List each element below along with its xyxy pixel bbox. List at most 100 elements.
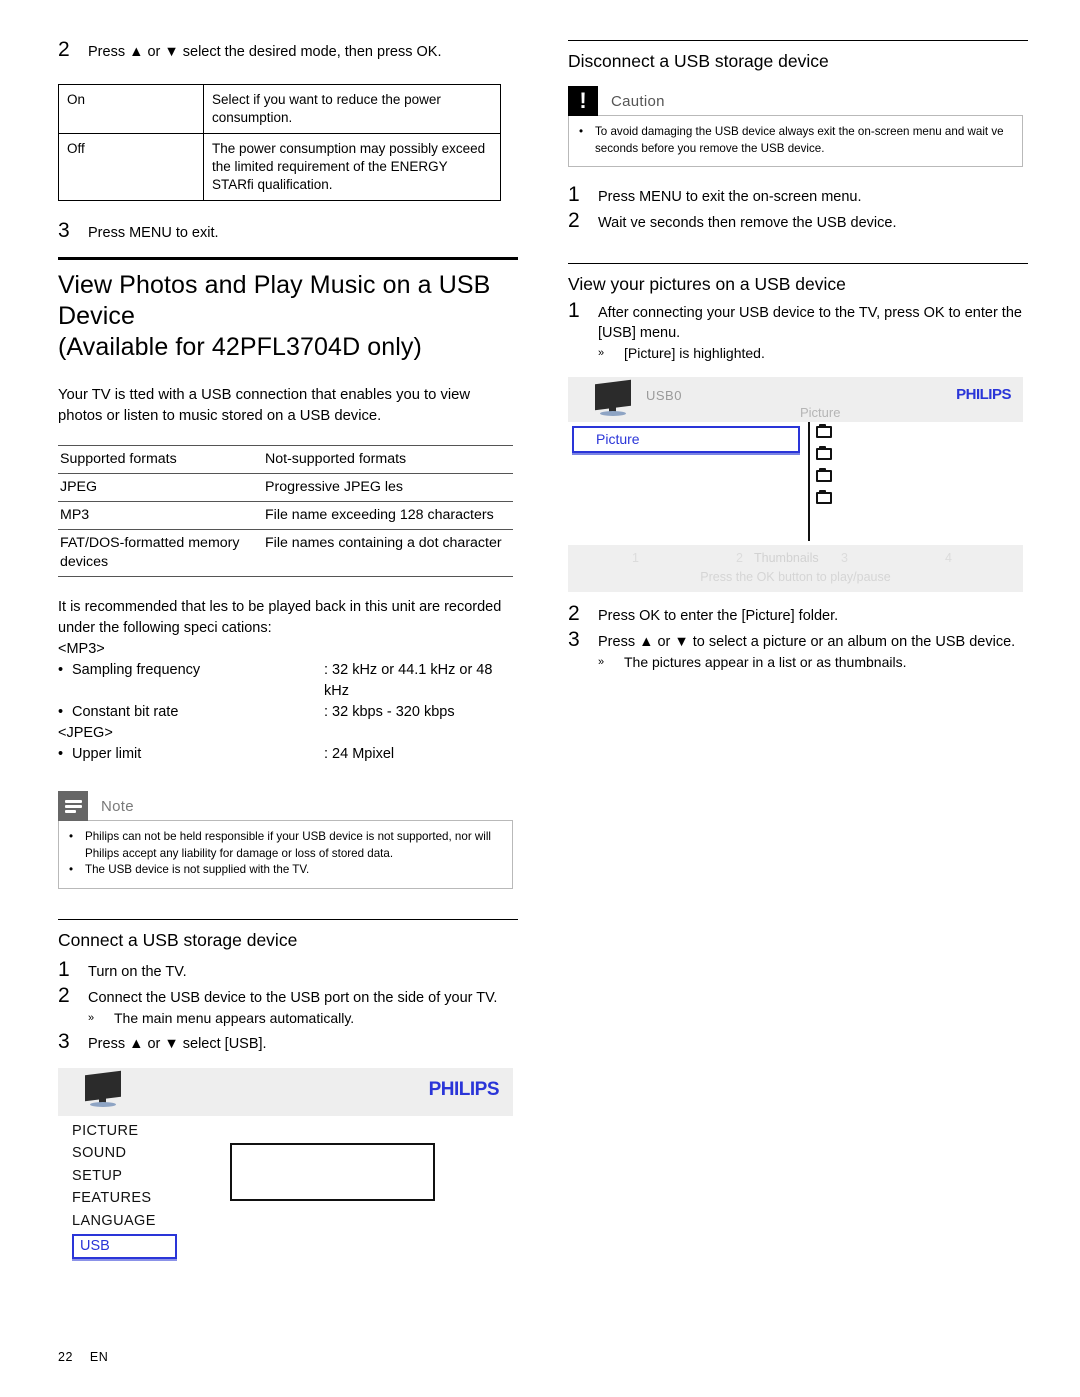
note-lines-glyph	[64, 798, 82, 815]
exclamation-glyph: !	[579, 88, 587, 113]
osd-folder-list	[816, 424, 832, 514]
step-number: 1	[58, 957, 70, 981]
not-supported-format: File name exceeding 128 characters	[263, 501, 513, 530]
osd-footer-number-2[interactable]: 2	[736, 551, 743, 565]
step-text: Press MENU to exit.	[88, 225, 219, 241]
substep-arrow-icon: »	[598, 347, 605, 359]
note-body: • Philips can not be held responsible if…	[58, 820, 513, 889]
subsection-divider	[568, 263, 1028, 264]
connect-step-1: 1 Turn on the TV.	[58, 957, 518, 982]
osd-menu-item-features[interactable]: FEATURES	[72, 1187, 177, 1210]
note-callout: Note • Philips can not be held responsib…	[58, 791, 513, 889]
osd-menu-item-sound[interactable]: SOUND	[72, 1142, 177, 1165]
step-text: Press ▲ or ▼ to select a picture or an a…	[598, 634, 1016, 650]
table-row: Off The power consumption may possibly e…	[58, 133, 501, 201]
mode-key-on: On	[58, 84, 204, 134]
osd-menu-item-picture[interactable]: PICTURE	[72, 1120, 177, 1143]
step-substep: » [Picture] is highlighted.	[598, 344, 1028, 363]
osd-footer-thumbnails-label[interactable]: Thumbnails	[754, 551, 819, 565]
left-column: 2 Press ▲ or ▼ select the desired mode, …	[58, 38, 518, 1259]
bullet-icon: •	[58, 662, 64, 678]
page-language-code: EN	[89, 1350, 109, 1364]
supported-format: FAT/DOS-formatted memory devices	[58, 529, 263, 577]
folder-icon[interactable]	[816, 468, 832, 482]
manual-page: 2 Press ▲ or ▼ select the desired mode, …	[0, 0, 1080, 1397]
mode-value-off: The power consumption may possibly excee…	[203, 133, 501, 201]
step-text: Press ▲ or ▼ select [USB].	[88, 1035, 267, 1052]
note-icon	[58, 791, 88, 821]
caution-bullet: • To avoid damaging the USB device alway…	[579, 124, 1012, 157]
step-number: 2	[58, 38, 70, 61]
bullet-icon: •	[69, 830, 74, 843]
note-title: Note	[101, 797, 134, 815]
spec-item: • Sampling frequency : 32 kHz or 44.1 kH…	[58, 660, 518, 702]
view-step-2: 2 Press OK to enter the [Picture] folder…	[568, 602, 1028, 626]
supported-formats-table: Supported formats Not-supported formats …	[58, 445, 513, 577]
usb-device-label: USB0	[646, 388, 682, 403]
spec-intro-text: It is recommended that les to be played …	[58, 599, 502, 636]
osd-footer-bar: 1 2 Thumbnails 3 4 Press the OK button t…	[568, 545, 1023, 592]
subsection-heading-disconnect: Disconnect a USB storage device	[568, 51, 829, 71]
section-divider	[58, 257, 518, 260]
view-step-1: 1 After connecting your USB device to th…	[568, 299, 1028, 363]
osd-item-picture-selected[interactable]: Picture	[572, 426, 800, 453]
not-supported-format: Progressive JPEG les	[263, 473, 513, 502]
caution-callout-header: ! Caution	[568, 86, 1023, 116]
spec-group-tag-jpeg: <JPEG>	[58, 725, 113, 741]
step-text-wrapper: After connecting your USB device to the …	[598, 301, 1028, 363]
connect-step-2: 2 Connect the USB device to the USB port…	[58, 983, 518, 1028]
step-text: Press MENU to exit the on-screen menu.	[598, 189, 862, 205]
step-number: 3	[58, 219, 70, 242]
spec-label: Constant bit rate	[72, 704, 179, 720]
osd-footer-number-1[interactable]: 1	[632, 551, 639, 565]
caution-title: Caution	[611, 92, 665, 110]
page-footer: 22 EN	[58, 1350, 108, 1364]
note-bullet-text: The USB device is not supplied with the …	[85, 863, 310, 876]
subsection-heading-connect: Connect a USB storage device	[58, 929, 298, 950]
step-text: After connecting your USB device to the …	[598, 305, 1022, 341]
view-step-3: 3 Press ▲ or ▼ to select a picture or an…	[568, 629, 1028, 672]
page-number: 22	[58, 1350, 73, 1364]
osd-header-bar: USB0 Picture PHILIPS	[568, 377, 1023, 422]
bullet-icon: •	[579, 125, 584, 138]
step-substep: » The main menu appears automatically.	[88, 1009, 518, 1028]
folder-icon[interactable]	[816, 446, 832, 460]
spec-group-tag-mp3: <MP3>	[58, 641, 105, 657]
tv-usb-menu-screenshot: USB0 Picture PHILIPS Picture 1 2 Thumbna…	[568, 377, 1023, 592]
bullet-icon: •	[69, 863, 74, 876]
substep-arrow-icon: »	[88, 1011, 95, 1024]
osd-vertical-divider	[808, 422, 810, 541]
section-title-line-2: Device	[58, 302, 136, 330]
step-number: 2	[58, 983, 70, 1007]
osd-menu-item-usb-selected[interactable]: USB	[72, 1234, 177, 1259]
folder-icon[interactable]	[816, 490, 832, 504]
step-2-select-mode: 2 Press ▲ or ▼ select the desired mode, …	[58, 38, 518, 62]
tv-main-menu-screenshot: PHILIPS PICTURE SOUND SETUP FEATURES LAN…	[58, 1067, 513, 1259]
tv-icon	[82, 1070, 126, 1112]
section-title-line-3: (Available for 42PFL3704D only)	[58, 333, 422, 361]
osd-footer-number-3[interactable]: 3	[841, 551, 848, 565]
osd-footer-number-4[interactable]: 4	[945, 551, 952, 565]
step-number: 2	[568, 602, 580, 625]
table-header-row: Supported formats Not-supported formats	[58, 445, 513, 474]
table-row: On Select if you want to reduce the powe…	[58, 84, 501, 134]
tv-icon	[592, 379, 636, 421]
power-mode-table: On Select if you want to reduce the powe…	[58, 84, 501, 201]
disconnect-step-1: 1 Press MENU to exit the on-screen menu.	[568, 184, 1028, 207]
folder-icon[interactable]	[816, 424, 832, 438]
step-substep: » The pictures appear in a list or as th…	[598, 653, 1028, 672]
col-header-not-supported: Not-supported formats	[263, 445, 513, 474]
osd-menu-item-setup[interactable]: SETUP	[72, 1165, 177, 1188]
osd-content-panel	[230, 1142, 435, 1201]
exclamation-icon: !	[568, 86, 598, 116]
spec-value: : 32 kHz or 44.1 kHz or 48 kHz	[324, 662, 493, 699]
osd-footer-buttons: 1 2 Thumbnails 3 4	[568, 551, 1023, 567]
step-text-wrapper: Connect the USB device to the USB port o…	[88, 986, 518, 1028]
subsection-divider	[58, 918, 518, 920]
substep-text: The main menu appears automatically.	[114, 1009, 355, 1026]
spec-item: • Upper limit : 24 Mpixel	[58, 744, 518, 765]
spec-value: : 32 kbps - 320 kbps	[324, 704, 455, 720]
table-row: FAT/DOS-formatted memory devices File na…	[58, 529, 513, 577]
step-number: 1	[568, 299, 580, 322]
osd-menu-item-language[interactable]: LANGUAGE	[72, 1210, 177, 1233]
